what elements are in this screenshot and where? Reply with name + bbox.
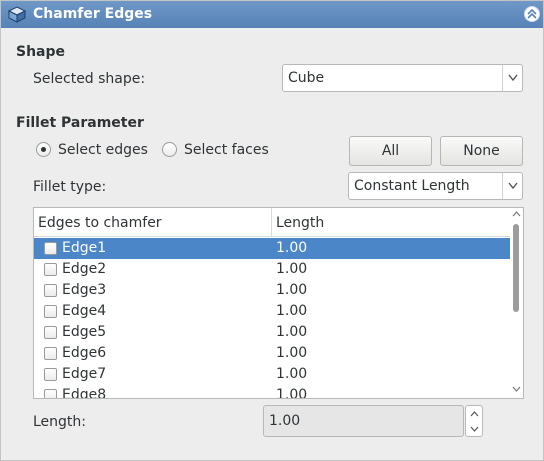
edge-name: Edge7 [62,366,107,382]
table-header: Edges to chamfer Length [34,208,510,237]
edge-checkbox[interactable] [44,305,57,318]
radio-dot [41,147,46,152]
table-row[interactable]: Edge3 1.00 [34,280,510,301]
edge-length[interactable]: 1.00 [276,387,307,398]
selected-shape-label: Selected shape: [33,71,146,87]
fillet-type-combo[interactable]: Constant Length [348,172,523,200]
table-body: Edge1 1.00 Edge2 1.00 Edge3 1.00 Edge4 1.00 Edge… [34,238,510,399]
table-row[interactable]: Edge5 1.00 [34,322,510,343]
select-edges-radio[interactable] [36,142,51,157]
length-stepper[interactable] [465,405,483,437]
chevron-down-icon [508,74,518,82]
scroll-down-icon[interactable] [512,386,521,392]
edge-checkbox[interactable] [44,284,57,297]
fillet-type-value: Constant Length [354,178,470,194]
edge-length[interactable]: 1.00 [276,345,307,361]
panel-title: Chamfer Edges [33,6,153,22]
shape-heading: Shape [16,44,66,60]
edge-length[interactable]: 1.00 [276,261,307,277]
edge-name: Edge2 [62,261,107,277]
scroll-up-icon[interactable] [512,211,521,217]
edge-length[interactable]: 1.00 [276,366,307,382]
chamfer-edges-panel: Chamfer Edges Shape Selected shape: Cube… [0,0,544,461]
combo-arrow[interactable] [502,65,522,91]
edge-name: Edge5 [62,324,107,340]
column-divider [271,208,272,236]
chamfer-cube-icon [7,6,27,23]
scrollbar-thumb[interactable] [513,224,519,312]
fillet-type-label: Fillet type: [33,179,107,195]
edge-checkbox[interactable] [44,242,57,255]
column-header-length[interactable]: Length [276,215,324,231]
table-row[interactable]: Edge1 1.00 [34,238,510,259]
selected-shape-combo[interactable]: Cube [282,64,523,92]
edge-length[interactable]: 1.00 [276,324,307,340]
fillet-parameter-heading: Fillet Parameter [16,115,144,131]
combo-arrow[interactable] [502,173,522,199]
edge-checkbox[interactable] [44,389,57,398]
edge-name: Edge4 [62,303,107,319]
panel-titlebar: Chamfer Edges [1,1,543,28]
column-header-edges[interactable]: Edges to chamfer [38,215,162,231]
edge-checkbox[interactable] [44,368,57,381]
length-input[interactable]: 1.00 [263,405,464,437]
select-faces-radio[interactable] [162,142,177,157]
select-edges-label[interactable]: Select edges [58,142,148,158]
edges-table[interactable]: Edges to chamfer Length Edge1 1.00 Edge2 1.… [33,207,524,399]
length-label: Length: [33,414,87,430]
edge-length[interactable]: 1.00 [276,303,307,319]
chevron-up-double-icon [527,9,537,19]
table-row[interactable]: Edge6 1.00 [34,343,510,364]
edge-length[interactable]: 1.00 [276,240,307,256]
chevron-down-icon [508,182,518,190]
edge-checkbox[interactable] [44,263,57,276]
increment-icon[interactable] [470,411,479,417]
edge-name: Edge8 [62,387,107,399]
table-row[interactable]: Edge2 1.00 [34,259,510,280]
vertical-scrollbar[interactable] [510,208,523,398]
edge-name: Edge1 [62,240,107,256]
selected-shape-value: Cube [288,70,325,86]
edge-length[interactable]: 1.00 [276,282,307,298]
edge-name: Edge3 [62,282,107,298]
edge-name: Edge6 [62,345,107,361]
all-button[interactable]: All [349,136,432,166]
table-row[interactable]: Edge8 1.00 [34,385,510,399]
table-row[interactable]: Edge4 1.00 [34,301,510,322]
collapse-button[interactable] [524,6,540,22]
decrement-icon[interactable] [470,426,479,432]
select-faces-label[interactable]: Select faces [184,142,269,158]
edge-checkbox[interactable] [44,326,57,339]
edge-checkbox[interactable] [44,347,57,360]
length-spinbox[interactable]: 1.00 [263,405,483,437]
table-row[interactable]: Edge7 1.00 [34,364,510,385]
length-value: 1.00 [269,413,301,429]
none-button[interactable]: None [440,136,523,166]
